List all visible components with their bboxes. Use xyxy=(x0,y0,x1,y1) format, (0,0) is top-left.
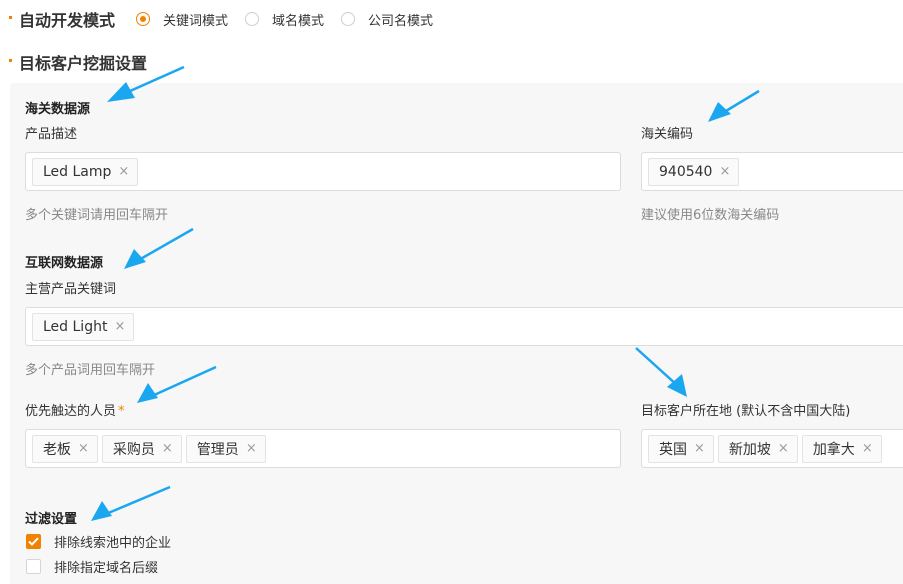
tag-chip: 新加坡 × xyxy=(717,434,798,463)
checkbox-label: 排除指定域名后缀 xyxy=(54,561,159,576)
product-desc-hint: 多个关键词请用回车隔开 xyxy=(25,208,169,223)
radio-label: 域名模式 xyxy=(272,13,325,29)
product-desc-label: 产品描述 xyxy=(25,127,78,142)
tag-text: 管理员 xyxy=(196,441,239,458)
remove-tag-icon[interactable]: × xyxy=(778,441,789,456)
tag-chip: 采购员 × xyxy=(101,434,182,463)
radio-label: 公司名模式 xyxy=(368,13,434,29)
remove-tag-icon[interactable]: × xyxy=(246,441,257,456)
tag-chip: Led Light × xyxy=(32,312,135,341)
tag-text: 新加坡 xyxy=(728,441,771,458)
group-title-customs: 海关数据源 xyxy=(25,102,91,117)
radio-company-mode[interactable]: 公司名模式 xyxy=(341,10,433,29)
main-keywords-input[interactable]: Led Light × xyxy=(25,307,903,346)
group-title-internet: 互联网数据源 xyxy=(25,256,104,271)
section-title-target-settings: 目标客户挖掘设置 xyxy=(19,54,148,73)
remove-tag-icon[interactable]: × xyxy=(114,319,125,334)
section-marker xyxy=(9,16,12,19)
hs-code-hint: 建议使用6位数海关编码 xyxy=(641,208,780,223)
remove-tag-icon[interactable]: × xyxy=(862,441,873,456)
check-icon xyxy=(26,534,41,549)
group-title-filter: 过滤设置 xyxy=(25,512,78,527)
checkbox-exclude-domain-suffix[interactable]: 排除指定域名后缀 xyxy=(26,557,158,576)
radio-keyword-mode[interactable]: 关键词模式 xyxy=(136,10,228,29)
radio-unchecked-icon xyxy=(341,12,356,26)
tag-chip: 加拿大 × xyxy=(801,434,882,463)
hs-code-label: 海关编码 xyxy=(641,127,694,142)
radio-domain-mode[interactable]: 域名模式 xyxy=(245,10,324,29)
required-mark: * xyxy=(118,404,125,419)
tag-chip: 管理员 × xyxy=(185,434,266,463)
section-title-dev-mode: 自动开发模式 xyxy=(19,11,116,30)
tag-text: 采购员 xyxy=(112,441,155,458)
persons-label: 优先触达的人员 * xyxy=(25,400,125,419)
checkbox-exclude-lead-pool[interactable]: 排除线索池中的企业 xyxy=(26,532,171,551)
section-marker xyxy=(9,59,12,62)
remove-tag-icon[interactable]: × xyxy=(162,441,173,456)
tag-text: Led Lamp xyxy=(43,163,112,180)
location-input[interactable]: 英国 × 新加坡 × 加拿大 × xyxy=(641,429,903,468)
location-label: 目标客户所在地 (默认不含中国大陆) xyxy=(641,404,851,419)
product-desc-input[interactable]: Led Lamp × xyxy=(25,152,621,191)
tag-chip: 英国 × xyxy=(648,434,714,463)
checkbox-label: 排除线索池中的企业 xyxy=(54,536,172,551)
radio-label: 关键词模式 xyxy=(163,13,229,29)
remove-tag-icon[interactable]: × xyxy=(118,164,129,179)
tag-text: 940540 xyxy=(659,163,713,180)
radio-unchecked-icon xyxy=(245,12,260,26)
tag-text: Led Light xyxy=(43,318,108,335)
tag-text: 加拿大 xyxy=(812,441,855,458)
persons-label-text: 优先触达的人员 xyxy=(25,404,117,419)
remove-tag-icon[interactable]: × xyxy=(694,441,705,456)
tag-text: 英国 xyxy=(659,441,687,458)
dev-mode-radio-group: 关键词模式 域名模式 公司名模式 xyxy=(136,9,450,29)
tag-chip: 940540 × xyxy=(648,157,740,186)
checkbox-unchecked-icon xyxy=(26,559,41,574)
remove-tag-icon[interactable]: × xyxy=(78,441,89,456)
remove-tag-icon[interactable]: × xyxy=(719,164,730,179)
radio-checked-icon xyxy=(136,12,150,26)
tag-text: 老板 xyxy=(43,441,71,458)
hs-code-input[interactable]: 940540 × xyxy=(641,152,903,191)
main-keywords-hint: 多个产品词用回车隔开 xyxy=(25,363,156,378)
persons-input[interactable]: 老板 × 采购员 × 管理员 × xyxy=(25,429,621,468)
main-keywords-label: 主营产品关键词 xyxy=(25,282,117,297)
tag-chip: 老板 × xyxy=(32,434,98,463)
tag-chip: Led Lamp × xyxy=(32,157,139,186)
